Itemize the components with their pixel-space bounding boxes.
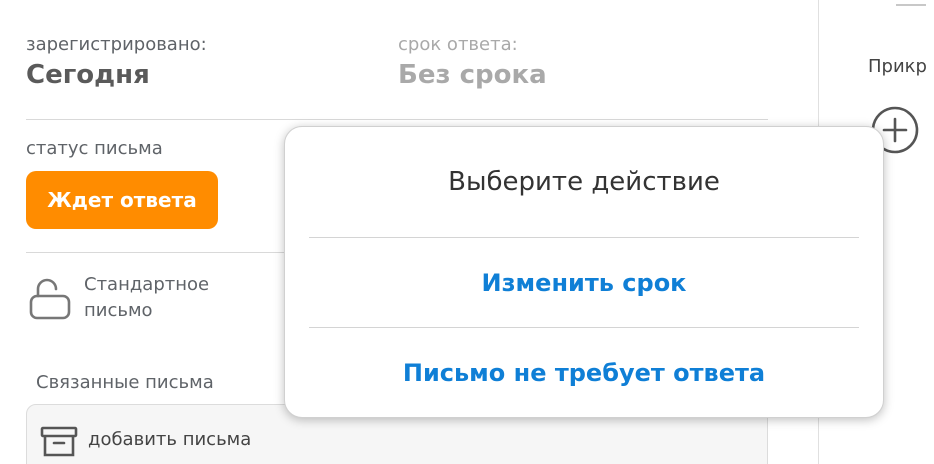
privacy-line-1: Стандартное xyxy=(84,274,210,295)
deadline-label: срок ответа: xyxy=(398,34,518,55)
registered-value: Сегодня xyxy=(26,60,150,90)
archive-box-icon xyxy=(40,426,78,457)
add-letters-button[interactable]: добавить письма xyxy=(88,429,251,450)
popup-title: Выберите действие xyxy=(448,167,720,197)
top-right-fragment xyxy=(896,0,926,6)
status-label: статус письма xyxy=(26,138,163,159)
popup-divider-1 xyxy=(309,237,859,238)
registered-label: зарегистрировано: xyxy=(26,34,207,55)
change-deadline-button[interactable]: Изменить срок xyxy=(285,269,883,297)
privacy-line-2: письмо xyxy=(84,300,153,321)
status-badge[interactable]: Ждет ответа xyxy=(26,171,218,229)
privacy-type[interactable]: Стандартное письмо xyxy=(84,272,209,324)
unlocked-lock-icon xyxy=(29,278,71,320)
no-reply-needed-button[interactable]: Письмо не требует ответа xyxy=(285,359,883,387)
related-letters-label: Связанные письма xyxy=(36,372,214,393)
divider-top xyxy=(26,119,768,120)
attachments-label: Прикр xyxy=(868,56,927,77)
action-popup: Выберите действие Изменить срок Письмо н… xyxy=(284,126,884,418)
popup-divider-2 xyxy=(309,327,859,328)
deadline-value[interactable]: Без срока xyxy=(398,60,547,90)
letter-details-page: зарегистрировано: Сегодня срок ответа: Б… xyxy=(0,0,934,464)
